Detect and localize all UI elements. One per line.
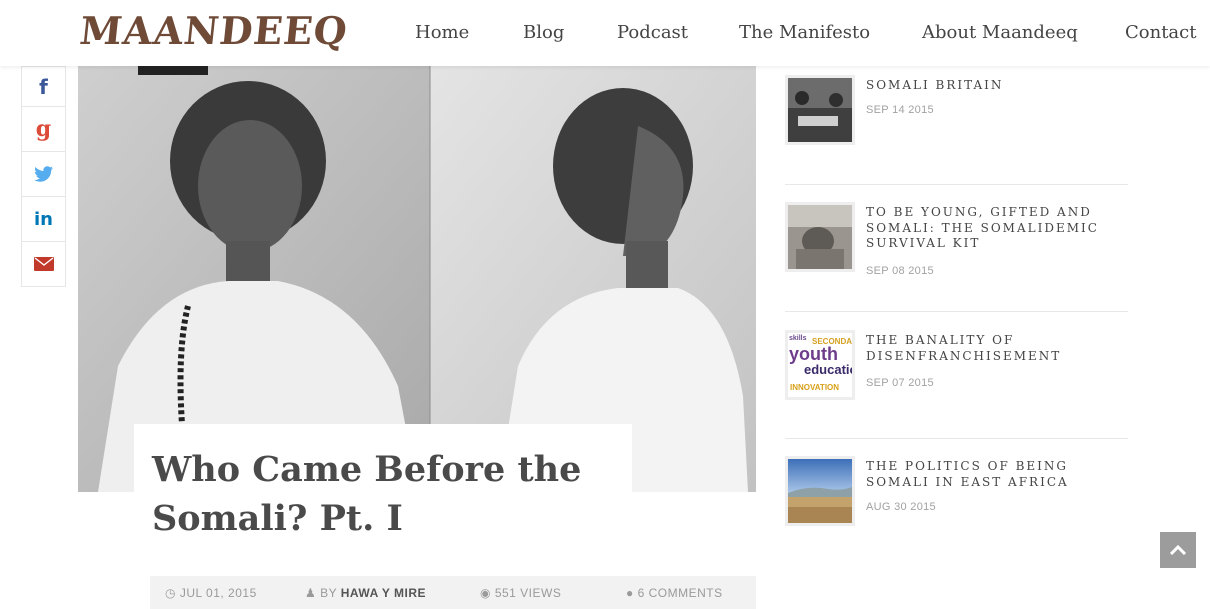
back-to-top-button[interactable] (1160, 532, 1196, 568)
by-label: BY (320, 586, 337, 600)
nav-about[interactable]: About Maandeeq (922, 22, 1078, 43)
google-plus-icon: g (35, 116, 52, 142)
nav-manifesto[interactable]: The Manifesto (739, 22, 870, 43)
divider (785, 311, 1128, 312)
divider (785, 438, 1128, 439)
nav-podcast[interactable]: Podcast (617, 22, 688, 43)
nav-contact[interactable]: Contact (1125, 22, 1196, 43)
divider (785, 184, 1128, 185)
email-share-button[interactable] (22, 241, 65, 286)
post-thumbnail[interactable]: skills youth education SECONDARY INNOVAT… (785, 330, 855, 400)
article-date: JUL 01, 2015 (179, 586, 257, 600)
post-date: SEP 08 2015 (866, 265, 934, 277)
sidebar-post[interactable]: THE POLITICS OF BEING SOMALI IN EAST AFR… (785, 456, 1130, 528)
site-header: MAANDEEQ Home Blog Podcast The Manifesto… (0, 0, 1210, 66)
category-tag (138, 66, 208, 75)
user-icon: ♟ (305, 586, 321, 600)
linkedin-icon: in (34, 208, 53, 230)
wordcloud-word: education (804, 362, 852, 377)
facebook-icon: f (39, 74, 48, 99)
chevron-up-icon (1170, 545, 1186, 555)
email-icon (33, 257, 54, 271)
post-date: SEP 07 2015 (866, 377, 934, 389)
wordcloud-word: youth (789, 344, 838, 364)
date-meta: ◷ JUL 01, 2015 (165, 586, 257, 600)
views-meta: ◉ 551 VIEWS (480, 586, 561, 600)
facebook-share-button[interactable]: f (22, 67, 65, 106)
twitter-icon (33, 166, 53, 182)
comment-icon: ● (626, 586, 638, 600)
eye-icon: ◉ (480, 586, 495, 600)
article-comments[interactable]: 6 COMMENTS (638, 586, 723, 600)
wordcloud-word: INNOVATION (790, 383, 840, 392)
post-thumbnail[interactable] (785, 75, 855, 145)
google-plus-share-button[interactable]: g (22, 106, 65, 151)
author-meta: ♟ BY HAWA Y MIRE (305, 586, 426, 600)
post-date: SEP 14 2015 (866, 104, 934, 116)
article-views: 551 VIEWS (494, 586, 562, 600)
article-author[interactable]: HAWA Y MIRE (341, 586, 426, 600)
wordcloud-word: skills (789, 335, 807, 342)
share-bar: f g in (21, 66, 66, 287)
sidebar-post[interactable]: SOMALI BRITAIN SEP 14 2015 (785, 75, 1130, 147)
sidebar-post[interactable]: skills youth education SECONDARY INNOVAT… (785, 330, 1130, 402)
twitter-share-button[interactable] (22, 151, 65, 196)
nav-blog[interactable]: Blog (523, 22, 564, 43)
post-title[interactable]: SOMALI BRITAIN (866, 78, 1126, 94)
post-thumbnail[interactable] (785, 202, 855, 272)
nav-home[interactable]: Home (415, 22, 469, 43)
clock-icon: ◷ (165, 586, 180, 600)
article-title[interactable]: Who Came Before the Somali? Pt. I (152, 445, 622, 543)
sidebar-post[interactable]: TO BE YOUNG, GIFTED AND SOMALI: THE SOMA… (785, 202, 1130, 277)
post-title[interactable]: TO BE YOUNG, GIFTED AND SOMALI: THE SOMA… (866, 205, 1126, 252)
site-logo[interactable]: MAANDEEQ (78, 8, 350, 53)
linkedin-share-button[interactable]: in (22, 196, 65, 241)
post-thumbnail[interactable] (785, 456, 855, 526)
post-title[interactable]: THE BANALITY OF DISENFRANCHISEMENT (866, 333, 1126, 364)
post-date: AUG 30 2015 (866, 501, 936, 513)
wordcloud-word: SECONDARY (812, 337, 853, 346)
article-meta-bar: ◷ JUL 01, 2015 ♟ BY HAWA Y MIRE ◉ 551 VI… (150, 576, 756, 609)
post-title[interactable]: THE POLITICS OF BEING SOMALI IN EAST AFR… (866, 459, 1126, 490)
comments-meta[interactable]: ● 6 COMMENTS (626, 586, 723, 600)
